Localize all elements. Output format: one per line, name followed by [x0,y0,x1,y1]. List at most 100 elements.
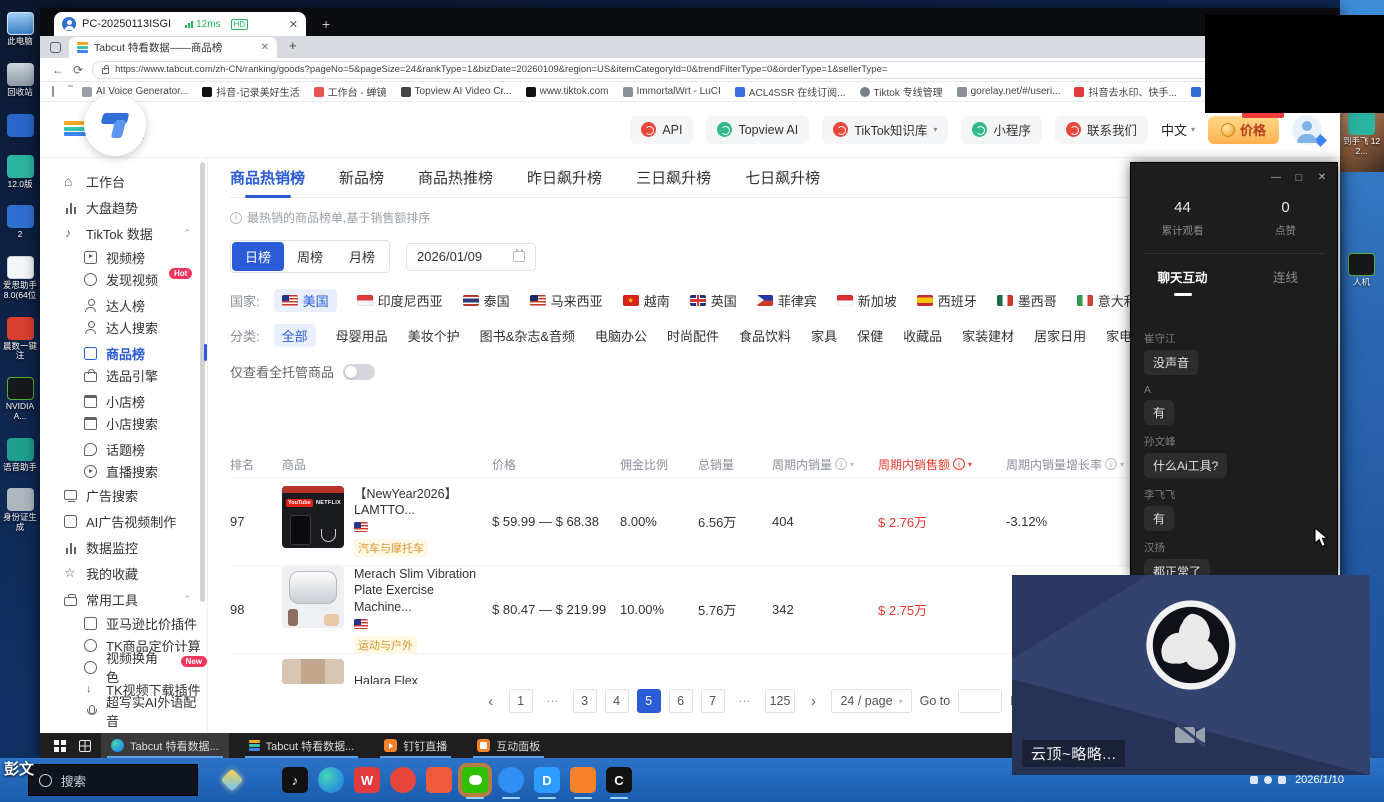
bookmark-item[interactable]: 抖音去水印、快手... [1074,84,1176,99]
desktop-icon-nvidia[interactable]: NVIDIA A... [0,377,40,422]
user-avatar[interactable] [1292,115,1322,145]
bookmark-item[interactable]: AI Voice Generator... [82,86,188,97]
sidebar-item-discover-video[interactable]: 发现视频Hot [64,268,207,290]
tab-connect[interactable]: 连线 [1234,267,1337,296]
task-view-icon[interactable] [79,740,91,752]
sidebar-item-ai-dubbing[interactable]: 超写实AI外语配音 [64,700,207,722]
product-title[interactable]: Merach Slim Vibration Plate Exercise Mac… [354,566,486,615]
managed-only-toggle[interactable] [343,364,375,380]
tab-3day-rising[interactable]: 三日飙升榜 [636,167,711,188]
category-item[interactable]: 保健 [857,326,883,345]
country-sg[interactable]: 新加坡 [837,291,897,310]
contact-us-button[interactable]: 联系我们 [1055,116,1148,144]
chat-message-list[interactable]: 崔守江 没声音 A 有 孙文峰 什么Ai工具? 李飞飞 有 汉扬 都正常了 [1131,296,1337,584]
page-3[interactable]: 3 [573,689,597,713]
bookmark-item[interactable]: Topview AI Video Cr... [401,86,512,97]
api-button[interactable]: API [630,116,693,144]
country-vn[interactable]: 越南 [623,291,670,310]
tiktok-app-icon[interactable]: ♪ [282,767,308,793]
desktop-icon-right-2[interactable]: 人机 [1342,253,1382,288]
tabcut-float-widget[interactable] [84,94,146,156]
tab-chat-interaction[interactable]: 聊天互动 [1131,267,1234,296]
sidebar-item-favorites[interactable]: 我的收藏 [64,560,207,586]
country-mx[interactable]: 墨西哥 [997,291,1057,310]
sidebar-item-product-rank[interactable]: 商品榜 [64,342,207,364]
page-1[interactable]: 1 [509,689,533,713]
browser-app-icon[interactable] [498,767,524,793]
page-5-current[interactable]: 5 [637,689,661,713]
date-picker[interactable]: 2026/01/09 [406,243,536,271]
bookmark-item[interactable]: 工作台 - 蝉镜 [314,84,387,99]
wechat-app-icon[interactable] [462,767,488,793]
sidebar-item-product-engine[interactable]: 选品引擎 [64,364,207,386]
mini-program-button[interactable]: 小程序 [961,116,1042,144]
bookmark-item[interactable]: gorelay.net/#/useri... [957,86,1061,97]
sidebar-toggle-icon[interactable] [52,86,54,97]
period-weekly[interactable]: 周榜 [284,242,336,271]
sidebar-group-tiktok-data[interactable]: TikTok 数据⌃ [64,220,207,246]
category-item[interactable]: 家电 [1106,326,1132,345]
close-tab-icon[interactable]: ✕ [261,42,269,53]
sidebar-item-topic-rank[interactable]: 话题榜 [64,438,207,460]
sidebar-item-creator-search[interactable]: 达人搜索 [64,316,207,338]
bookmark-item[interactable]: Tiktok 专线管理 [860,84,943,99]
edge-app-icon[interactable] [318,767,344,793]
taskbar-date[interactable]: 2026/1/10 [1295,774,1344,786]
tab-search-icon[interactable] [50,42,61,53]
desktop-icon-app[interactable] [0,114,40,139]
bookmark-item[interactable]: www.tiktok.com [526,86,609,97]
desktop-icon-idgen[interactable]: 身份证生成 [0,488,40,533]
sidebar-item-creator-rank[interactable]: 达人榜 [64,294,207,316]
sidebar-group-tools[interactable]: 常用工具⌃ [64,586,207,612]
category-item[interactable]: 家装建材 [962,326,1014,345]
ellipsis[interactable]: ··· [541,689,565,713]
address-bar[interactable]: https://www.tabcut.com/zh-CN/ranking/goo… [92,61,1273,79]
sortable-header-active[interactable]: 周期内销售额i▾ [878,456,1006,473]
remote-session-tab[interactable]: PC-20250113ISGI 12ms HD ✕ [54,12,306,36]
browser-tab[interactable]: Tabcut 特看数据——商品榜 ✕ [69,37,277,58]
country-us[interactable]: 美国 [274,289,337,312]
sortable-header[interactable]: 周期内销量i▾ [772,456,878,473]
page-7[interactable]: 7 [701,689,725,713]
country-th[interactable]: 泰国 [463,291,510,310]
category-item[interactable]: 图书&杂志&音频 [480,326,575,345]
pricing-button[interactable]: 价格 [1208,116,1279,144]
ellipsis[interactable]: ··· [733,689,757,713]
search-highlights-icon[interactable] [221,769,244,792]
desktop-icon-recycle-bin[interactable]: 回收站 [0,63,40,98]
page-size-select[interactable]: 24 / page▾ [831,689,911,713]
sidebar-item-data-monitor[interactable]: 数据监控 [64,534,207,560]
app-icon[interactable] [390,767,416,793]
tab-hot-push[interactable]: 商品热推榜 [418,167,493,188]
taskbar-window-tabcut[interactable]: Tabcut 特看数据... [239,733,365,758]
sidebar-item-workbench[interactable]: 工作台 [64,168,207,194]
tab-yesterday-rising[interactable]: 昨日飙升榜 [527,167,602,188]
start-button-icon[interactable] [54,740,59,745]
app-icon[interactable] [426,767,452,793]
period-monthly[interactable]: 月榜 [336,242,388,271]
close-session-icon[interactable]: ✕ [289,18,298,31]
country-id[interactable]: 印度尼西亚 [357,291,443,310]
tab-hot-sale[interactable]: 商品热销榜 [230,167,305,188]
desktop-icon-this-pc[interactable]: 此电脑 [0,12,40,47]
taskbar-window-interact-panel[interactable]: 互动面板 [467,733,550,758]
category-item[interactable]: 美妆个护 [408,326,460,345]
period-daily[interactable]: 日榜 [232,242,284,271]
dingtalk-app-icon[interactable]: D [534,767,560,793]
category-item[interactable]: 时尚配件 [667,326,719,345]
category-item[interactable]: 母婴用品 [336,326,388,345]
category-item[interactable]: 收藏品 [903,326,942,345]
new-tab-icon[interactable]: + [289,38,297,53]
desktop-icon-browser[interactable]: 12.0版 [0,155,40,190]
prev-page-icon[interactable] [481,689,501,713]
minimize-icon[interactable] [1271,172,1281,184]
category-all[interactable]: 全部 [274,324,316,347]
tab-7day-rising[interactable]: 七日飙升榜 [745,167,820,188]
sidebar-item-shop-search[interactable]: 小店搜索 [64,412,207,434]
sidebar-item-ad-search[interactable]: 广告搜索 [64,482,207,508]
back-icon[interactable]: ← [52,63,64,77]
bookmark-item[interactable]: ACL4SSR 在线订阅... [735,84,846,99]
goto-page-input[interactable] [958,689,1002,713]
country-ph[interactable]: 菲律宾 [757,291,817,310]
desktop-icon-app2[interactable]: 2 [0,205,40,240]
